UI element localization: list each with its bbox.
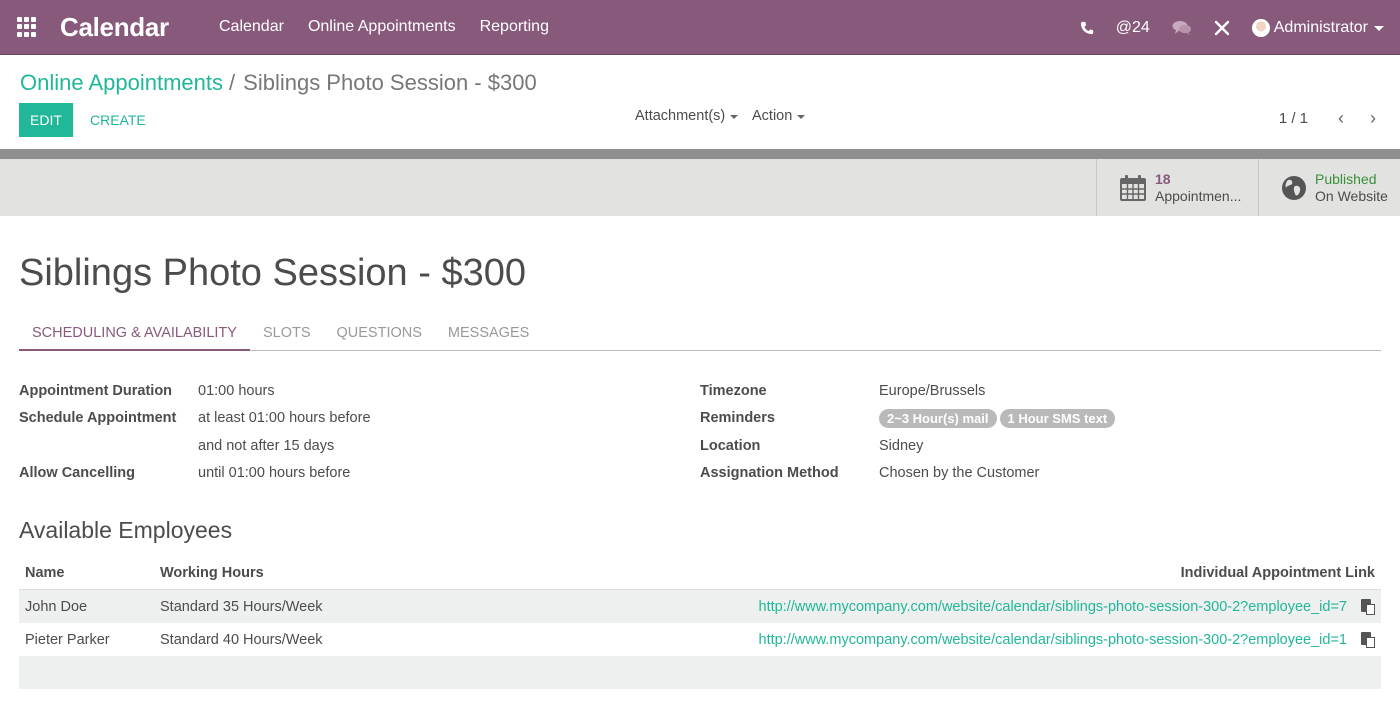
- caret-down-icon: [1374, 26, 1384, 31]
- breadcrumb: Online Appointments / Siblings Photo Sessi…: [20, 70, 537, 96]
- field-assignation-method: Assignation Method Chosen by the Custome…: [700, 460, 1118, 488]
- field-value: Europe/Brussels: [879, 382, 986, 399]
- field-label: Reminders: [700, 410, 775, 427]
- top-navbar: Calendar Calendar Online Appointments Re…: [0, 0, 1400, 55]
- field-value: at least 01:00 hours before: [198, 410, 371, 427]
- employee-name: John Doe: [25, 598, 88, 615]
- field-timezone: Timezone Europe/Brussels: [700, 377, 1118, 405]
- reminder-tags: 2~3 Hour(s) mail 1 Hour SMS text: [879, 408, 1118, 428]
- pager-value[interactable]: 1 / 1: [1279, 110, 1308, 127]
- appointment-link[interactable]: http://www.mycompany.com/website/calenda…: [759, 632, 1348, 648]
- table-header: Name Working Hours Individual Appointmen…: [19, 557, 1381, 590]
- tab-scheduling-availability[interactable]: SCHEDULING & AVAILABILITY: [19, 318, 250, 351]
- appointments-label: Appointmen...: [1155, 187, 1242, 204]
- field-schedule-appointment-max: and not after 15 days: [19, 432, 371, 460]
- website-publish-button[interactable]: Published On Website: [1258, 159, 1400, 216]
- reminder-tag: 2~3 Hour(s) mail: [879, 408, 997, 428]
- action-dropdown[interactable]: Action: [752, 108, 806, 124]
- field-value: Sidney: [879, 437, 924, 454]
- avatar: [1251, 18, 1270, 37]
- column-header-name[interactable]: Name: [19, 565, 160, 581]
- menu-item-reporting[interactable]: Reporting: [468, 18, 561, 36]
- systray: @24 Administrator: [1080, 0, 1400, 55]
- record-title: Siblings Photo Session - $300: [19, 252, 526, 294]
- appointments-stat-button[interactable]: 18 Appointmen...: [1096, 159, 1258, 216]
- sheet-top-bar: [0, 149, 1400, 159]
- employee-working-hours: Standard 35 Hours/Week: [160, 598, 323, 615]
- field-value: Chosen by the Customer: [879, 465, 1040, 482]
- attachments-dropdown[interactable]: Attachment(s): [635, 108, 739, 124]
- employee-name: Pieter Parker: [25, 631, 110, 648]
- breadcrumb-separator: /: [229, 70, 236, 95]
- app-title: Calendar: [60, 12, 169, 42]
- field-value: until 01:00 hours before: [198, 465, 351, 482]
- empty-table-row: [19, 656, 1381, 689]
- field-value: 01:00 hours: [198, 382, 275, 399]
- field-reminders: Reminders 2~3 Hour(s) mail 1 Hour SMS tex…: [700, 405, 1118, 433]
- pager-next-icon[interactable]: ›: [1366, 108, 1380, 129]
- table-row[interactable]: Pieter Parker Standard 40 Hours/Week htt…: [19, 623, 1381, 656]
- employee-link-cell: http://www.mycompany.com/website/calenda…: [660, 598, 1381, 615]
- scheduling-fields: Appointment Duration 01:00 hours Schedul…: [19, 377, 371, 487]
- breadcrumb-parent[interactable]: Online Appointments: [20, 70, 223, 95]
- attachments-label: Attachment(s): [635, 108, 726, 124]
- caret-down-icon: [730, 115, 739, 119]
- pager: 1 / 1 ‹ ›: [1279, 108, 1380, 129]
- user-name: Administrator: [1273, 18, 1368, 36]
- field-location: Location Sidney: [700, 432, 1118, 460]
- mentions-count: @24: [1115, 18, 1150, 36]
- field-label: Location: [700, 437, 761, 454]
- breadcrumb-current: Siblings Photo Session - $300: [243, 70, 537, 95]
- field-label: Assignation Method: [700, 465, 839, 482]
- employee-working-hours: Standard 40 Hours/Week: [160, 631, 323, 648]
- menu-item-online-appointments[interactable]: Online Appointments: [296, 18, 468, 36]
- field-appointment-duration: Appointment Duration 01:00 hours: [19, 377, 371, 405]
- tab-messages[interactable]: MESSAGES: [435, 318, 542, 351]
- main-menu: Calendar Online Appointments Reporting: [207, 18, 561, 36]
- column-header-working-hours[interactable]: Working Hours: [160, 565, 660, 581]
- globe-icon: [1282, 175, 1306, 200]
- settings-fields: Timezone Europe/Brussels Reminders 2~3 H…: [700, 377, 1118, 487]
- field-label: Appointment Duration: [19, 382, 173, 399]
- reminder-tag: 1 Hour SMS text: [999, 408, 1116, 428]
- caret-down-icon: [797, 115, 806, 119]
- field-value: and not after 15 days: [198, 437, 335, 454]
- appointment-link[interactable]: http://www.mycompany.com/website/calenda…: [759, 599, 1348, 615]
- tab-questions[interactable]: QUESTIONS: [324, 318, 435, 351]
- field-label: Timezone: [700, 382, 767, 399]
- user-menu[interactable]: Administrator: [1251, 18, 1384, 37]
- website-label: On Website: [1315, 187, 1388, 204]
- copy-clipboard-icon[interactable]: [1361, 631, 1375, 648]
- apps-menu-icon[interactable]: [17, 17, 39, 37]
- table-row[interactable]: John Doe Standard 35 Hours/Week http://w…: [19, 590, 1381, 623]
- employee-link-cell: http://www.mycompany.com/website/calenda…: [660, 631, 1381, 648]
- column-header-link[interactable]: Individual Appointment Link: [660, 565, 1381, 581]
- published-status: Published: [1315, 170, 1377, 187]
- phone-icon[interactable]: [1080, 21, 1094, 35]
- tab-slots[interactable]: SLOTS: [250, 318, 324, 351]
- field-allow-cancelling: Allow Cancelling until 01:00 hours befor…: [19, 460, 371, 488]
- copy-clipboard-icon[interactable]: [1361, 598, 1375, 615]
- field-label: Schedule Appointment: [19, 410, 177, 427]
- action-label: Action: [752, 108, 793, 124]
- create-button[interactable]: CREATE: [80, 103, 156, 137]
- pager-previous-icon[interactable]: ‹: [1334, 108, 1348, 129]
- employees-table: Name Working Hours Individual Appointmen…: [19, 557, 1381, 689]
- appointments-count: 18: [1155, 170, 1171, 187]
- mentions-button[interactable]: @24: [1116, 19, 1150, 37]
- notebook-tabs: SCHEDULING & AVAILABILITY SLOTS QUESTION…: [19, 318, 1381, 351]
- available-employees-title: Available Employees: [19, 517, 233, 543]
- calendar-icon: [1120, 174, 1146, 201]
- field-label: Allow Cancelling: [19, 465, 136, 482]
- chat-icon[interactable]: [1172, 20, 1192, 36]
- menu-item-calendar[interactable]: Calendar: [207, 18, 296, 36]
- edit-button[interactable]: EDIT: [19, 103, 73, 137]
- field-schedule-appointment: Schedule Appointment at least 01:00 hour…: [19, 405, 371, 433]
- debug-tools-icon[interactable]: [1214, 20, 1230, 36]
